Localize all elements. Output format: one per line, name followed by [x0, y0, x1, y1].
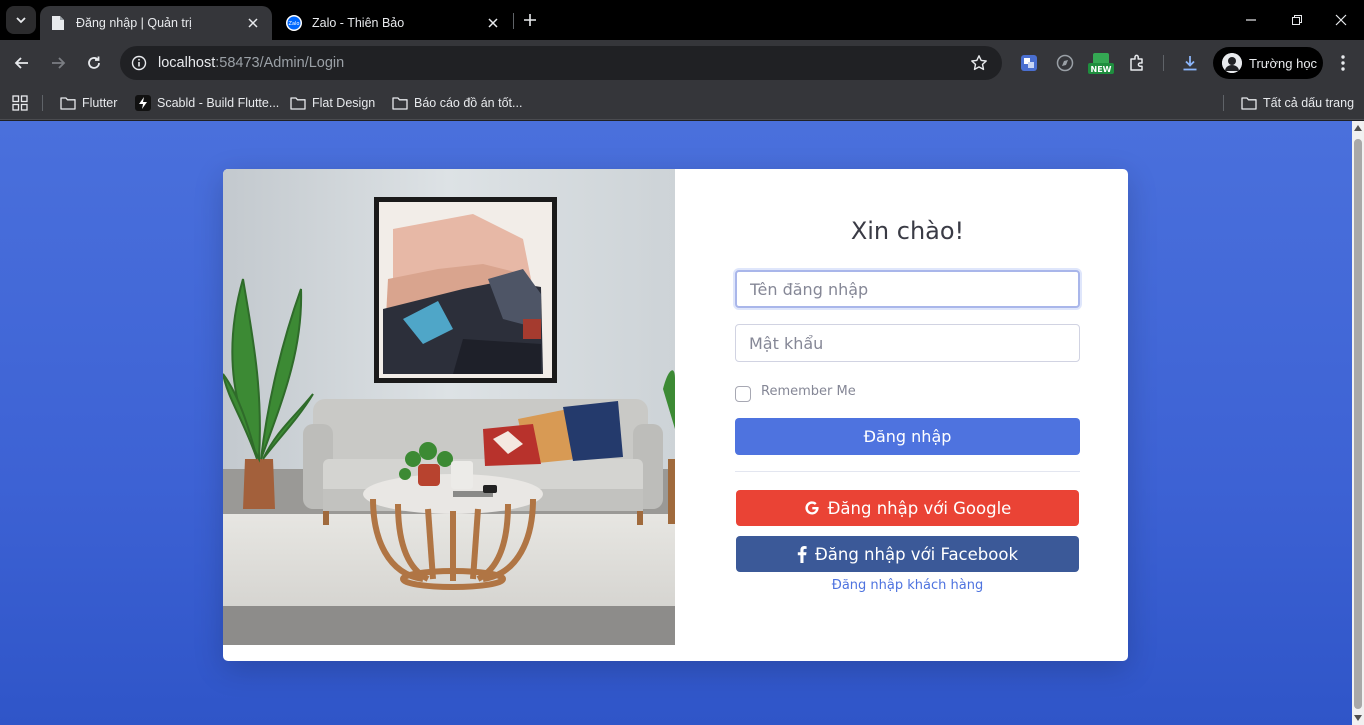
bookmark-flat-design[interactable]: Flat Design: [290, 92, 375, 114]
google-icon: [805, 501, 819, 515]
folder-icon: [60, 97, 76, 110]
reload-icon: [88, 56, 100, 69]
guest-login-link[interactable]: Đăng nhập khách hàng: [735, 578, 1080, 593]
close-icon[interactable]: [244, 14, 262, 32]
browser-menu-icon[interactable]: [1333, 52, 1353, 74]
scroll-down-icon[interactable]: [1354, 715, 1362, 721]
google-button-label: Đăng nhập với Google: [827, 498, 1012, 518]
form-divider: [735, 471, 1080, 472]
remember-me-checkbox[interactable]: [735, 386, 751, 402]
tab-separator: [513, 13, 514, 29]
login-card: Xin chào! Remember Me Đăng nhập Đăng nhậ…: [223, 169, 1128, 661]
remember-me-row[interactable]: Remember Me: [735, 380, 856, 402]
bookmark-star-icon[interactable]: [970, 54, 988, 77]
greeting-heading: Xin chào!: [850, 217, 965, 245]
compass-extension-icon[interactable]: [1053, 51, 1077, 75]
login-page: Xin chào! Remember Me Đăng nhập Đăng nhậ…: [0, 121, 1352, 725]
username-input[interactable]: [735, 270, 1080, 308]
page-scrollbar[interactable]: [1352, 121, 1364, 725]
folder-icon: [1241, 97, 1257, 110]
apps-button[interactable]: [12, 92, 28, 114]
tab-title: Đăng nhập | Quản trị: [76, 16, 192, 30]
chevron-down-icon: [16, 17, 26, 24]
translate-extension-icon[interactable]: [1017, 51, 1041, 75]
tab-title: Zalo - Thiên Bảo: [312, 16, 405, 30]
apps-grid-icon: [12, 95, 28, 111]
login-button-label: Đăng nhập: [863, 427, 952, 446]
url-path: :58473/Admin/Login: [215, 55, 345, 71]
avatar: [1222, 53, 1242, 73]
folder-icon: [290, 97, 306, 110]
bookmark-label: Flutter: [82, 96, 118, 110]
facebook-button-label: Đăng nhập với Facebook: [814, 544, 1019, 564]
minimize-icon: [1246, 19, 1256, 21]
folder-icon: [392, 97, 408, 110]
restore-icon: [1292, 15, 1302, 25]
browser-toolbar: localhost:58473/Admin/Login NEW Trường h…: [0, 40, 1364, 86]
arrow-right-icon: [52, 57, 66, 69]
scrollbar-thumb[interactable]: [1354, 139, 1362, 709]
back-button[interactable]: [8, 49, 36, 77]
all-bookmarks-button[interactable]: Tất cả dấu trang: [1241, 92, 1354, 114]
login-button[interactable]: Đăng nhập: [735, 418, 1080, 455]
download-icon[interactable]: [1178, 51, 1202, 75]
tab-strip: Đăng nhập | Quản trị Zalo Zalo - Thiên B…: [0, 0, 1364, 40]
password-input[interactable]: [735, 324, 1080, 362]
new-tab-button[interactable]: [518, 8, 542, 32]
bookmark-bao-cao[interactable]: Báo cáo đồ án tốt...: [392, 92, 522, 114]
zalo-icon: Zalo: [286, 15, 302, 31]
bookmark-label: Scabld - Build Flutte...: [157, 96, 280, 110]
scabld-favicon: [135, 95, 151, 111]
close-icon[interactable]: [484, 14, 502, 32]
bookmark-flutter[interactable]: Flutter: [60, 92, 117, 114]
bookmark-label: Báo cáo đồ án tốt...: [414, 96, 523, 110]
tab-admin-login[interactable]: Đăng nhập | Quản trị: [40, 6, 272, 40]
new-badge-text: NEW: [1091, 65, 1112, 74]
reload-button[interactable]: [80, 49, 108, 77]
restore-button[interactable]: [1274, 0, 1320, 40]
all-bookmarks-label: Tất cả dấu trang: [1263, 96, 1355, 110]
address-bar[interactable]: localhost:58473/Admin/Login: [120, 46, 1002, 80]
remember-me-label: Remember Me: [761, 383, 856, 399]
bookmark-label: Flat Design: [312, 96, 376, 110]
minimize-button[interactable]: [1228, 0, 1274, 40]
scroll-up-icon[interactable]: [1354, 125, 1362, 131]
forward-button[interactable]: [44, 49, 72, 77]
toolbar-separator: [1163, 55, 1164, 71]
document-icon: [50, 15, 66, 31]
url-text: localhost:58473/Admin/Login: [158, 55, 344, 71]
living-room-image: [223, 169, 675, 645]
bookmark-scabld[interactable]: Scabld - Build Flutte...: [135, 92, 279, 114]
tab-zalo[interactable]: Zalo Zalo - Thiên Bảo: [276, 6, 512, 40]
plus-icon: [524, 14, 536, 26]
url-host: localhost: [158, 55, 216, 71]
bookmarks-separator: [42, 95, 43, 111]
tab-search-button[interactable]: [6, 6, 36, 34]
close-icon: [1335, 14, 1347, 26]
facebook-login-button[interactable]: Đăng nhập với Facebook: [736, 536, 1079, 572]
svg-text:Zalo: Zalo: [289, 21, 300, 27]
puzzle-extensions-icon[interactable]: [1125, 51, 1149, 75]
bookmarks-bar: Flutter Scabld - Build Flutte... Flat De…: [0, 86, 1364, 120]
profile-button[interactable]: Trường học: [1213, 47, 1323, 79]
bookmarks-separator: [1223, 95, 1224, 111]
window-close-button[interactable]: [1318, 0, 1364, 40]
profile-name: Trường học: [1249, 55, 1318, 71]
new-extension-icon[interactable]: NEW: [1088, 51, 1114, 75]
arrow-left-icon: [14, 57, 28, 69]
site-info-icon[interactable]: [122, 55, 156, 71]
facebook-icon: [797, 545, 807, 563]
google-login-button[interactable]: Đăng nhập với Google: [736, 490, 1079, 526]
